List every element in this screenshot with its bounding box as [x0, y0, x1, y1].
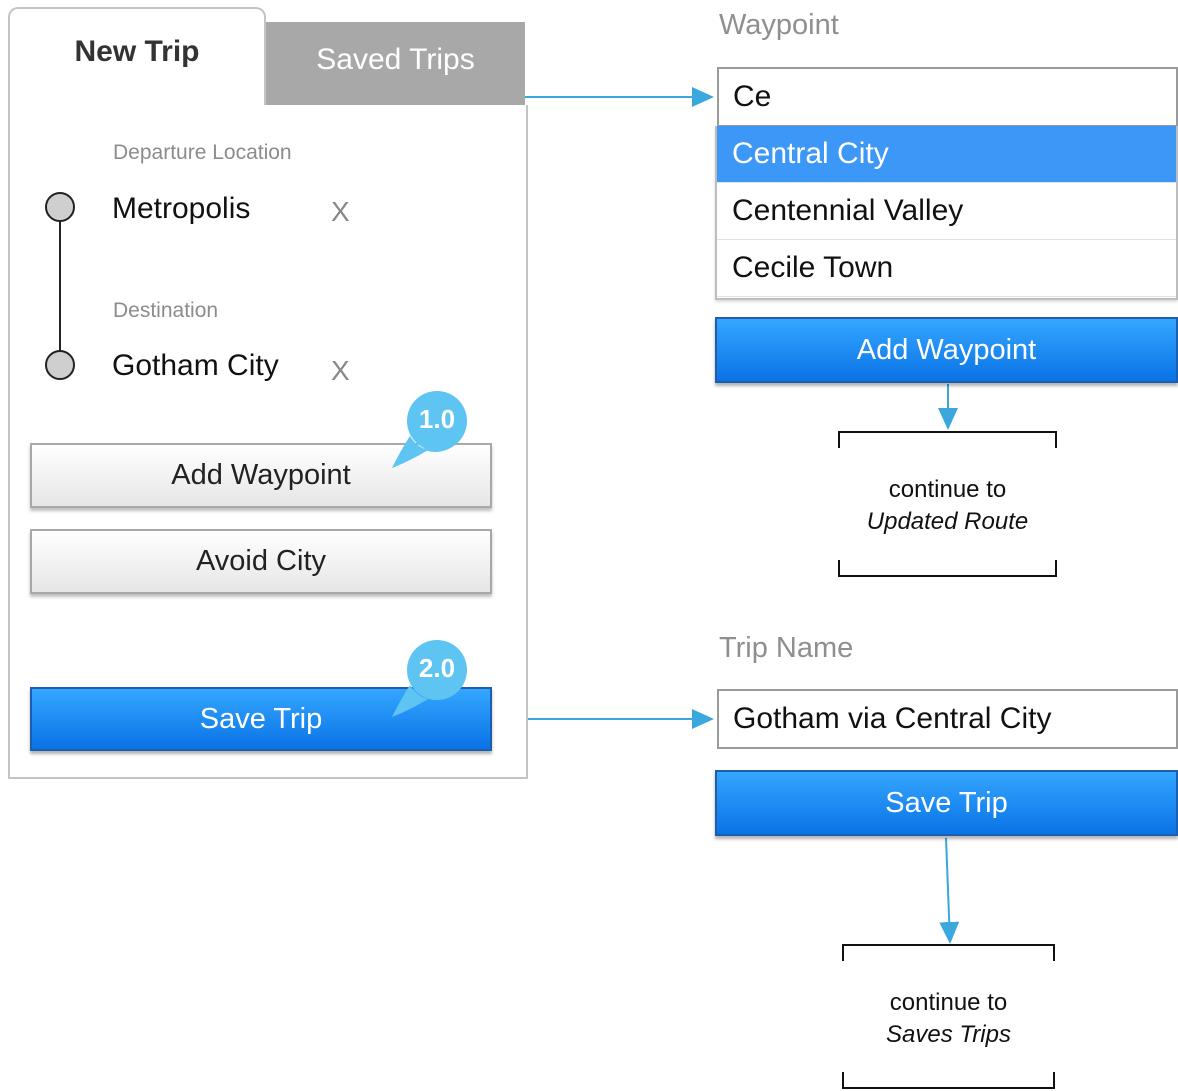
note-saved-trips-line2: Saves Trips: [886, 1021, 1011, 1048]
waypoint-suggestions: Central City Centennial Valley Cecile To…: [715, 126, 1178, 300]
departure-value[interactable]: Metropolis: [112, 192, 250, 226]
clear-destination-icon[interactable]: X: [331, 355, 350, 387]
note-saved-trips: continue to Saves Trips: [843, 987, 1054, 1051]
trip-name-label: Trip Name: [719, 632, 854, 664]
destination-marker-icon: [45, 350, 75, 380]
tab-new-trip[interactable]: New Trip: [8, 7, 266, 107]
destination-value[interactable]: Gotham City: [112, 349, 279, 383]
arrow-to-saved-trips: [939, 837, 960, 944]
departure-label: Departure Location: [113, 141, 292, 164]
note-updated-route: continue to Updated Route: [839, 474, 1056, 538]
callout-badge-2-label: 2.0: [418, 653, 456, 683]
destination-label: Destination: [113, 299, 219, 322]
trip-name-input[interactable]: Gotham via Central City: [717, 689, 1178, 749]
route-line: [59, 210, 61, 360]
note-updated-route-line1: continue to: [888, 476, 1007, 503]
note-updated-route-line2: Updated Route: [866, 508, 1029, 535]
tab-saved-trips[interactable]: Saved Trips: [266, 22, 525, 108]
departure-marker-icon: [45, 192, 75, 222]
callout-badge-1-label: 1.0: [418, 404, 456, 434]
save-trip-confirm-button[interactable]: Save Trip: [715, 770, 1178, 836]
add-waypoint-confirm-button[interactable]: Add Waypoint: [715, 317, 1178, 383]
note-saved-trips-line1: continue to: [889, 989, 1008, 1016]
suggestion-item[interactable]: Central City: [717, 126, 1176, 183]
suggestion-item[interactable]: Cecile Town: [717, 240, 1176, 297]
suggestion-item[interactable]: Centennial Valley: [717, 183, 1176, 240]
clear-departure-icon[interactable]: X: [331, 196, 350, 228]
waypoint-input[interactable]: Ce: [717, 67, 1178, 127]
avoid-city-button[interactable]: Avoid City: [30, 529, 492, 594]
waypoint-label: Waypoint: [719, 9, 839, 41]
